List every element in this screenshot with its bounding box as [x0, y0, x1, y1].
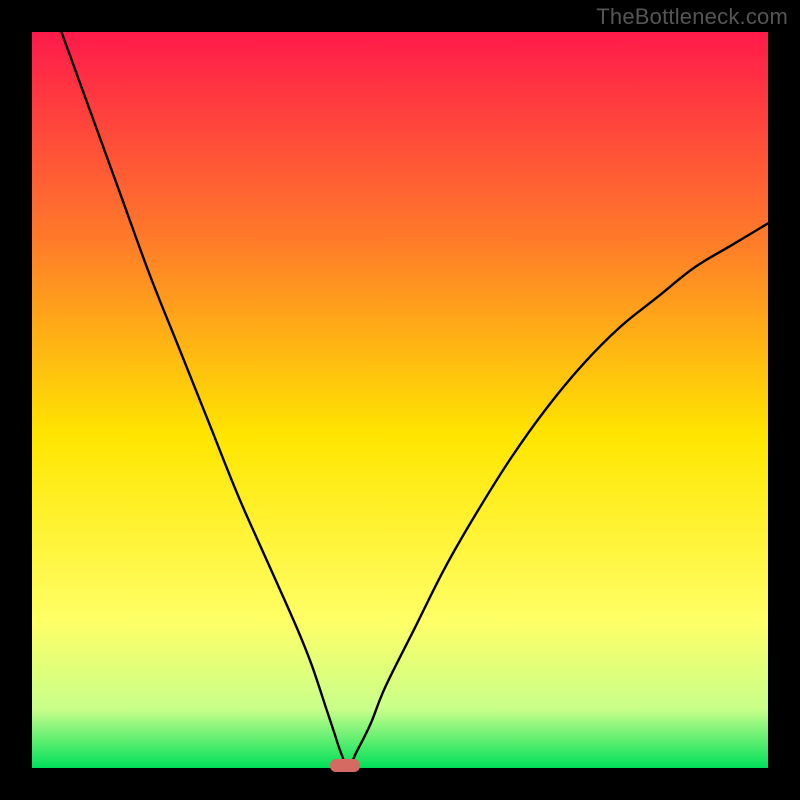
chart-frame: TheBottleneck.com: [0, 0, 800, 800]
plot-svg: [32, 32, 768, 768]
plot-area: [32, 32, 768, 768]
attribution-text: TheBottleneck.com: [596, 4, 788, 30]
optimum-marker: [330, 759, 360, 772]
